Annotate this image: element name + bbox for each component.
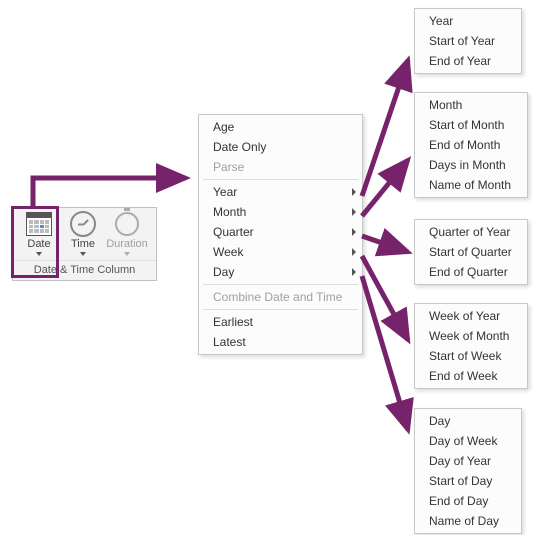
submenu-quarter: Quarter of Year Start of Quarter End of … xyxy=(414,219,528,285)
menu-item-day-of-week[interactable]: Day of Week xyxy=(415,431,521,451)
menu-item-quarter-of-year[interactable]: Quarter of Year xyxy=(415,222,527,242)
menu-item-year[interactable]: Year xyxy=(199,182,362,202)
menu-item-days-in-month[interactable]: Days in Month xyxy=(415,155,527,175)
date-dropdown-button[interactable]: Date xyxy=(17,210,61,258)
date-menu: Age Date Only Parse Year Month Quarter W… xyxy=(198,114,363,355)
menu-item-start-of-quarter[interactable]: Start of Quarter xyxy=(415,242,527,262)
ribbon-group-label: Date & Time Column xyxy=(13,260,156,280)
stopwatch-icon xyxy=(113,212,141,236)
chevron-down-icon xyxy=(80,252,86,256)
date-button-label: Date xyxy=(17,238,61,251)
menu-item-label: Month xyxy=(213,205,246,219)
submenu-month: Month Start of Month End of Month Days i… xyxy=(414,92,528,198)
menu-item-day-day[interactable]: Day xyxy=(415,411,521,431)
menu-separator xyxy=(203,179,358,180)
menu-item-day[interactable]: Day xyxy=(199,262,362,282)
ribbon-group-date-time: Date Time Duration Date & Time Column xyxy=(12,207,157,281)
menu-item-end-of-month[interactable]: End of Month xyxy=(415,135,527,155)
menu-item-end-of-week[interactable]: End of Week xyxy=(415,366,527,386)
duration-button-label: Duration xyxy=(105,238,149,251)
menu-item-month[interactable]: Month xyxy=(199,202,362,222)
menu-item-end-of-day[interactable]: End of Day xyxy=(415,491,521,511)
menu-item-age[interactable]: Age xyxy=(199,117,362,137)
time-button-label: Time xyxy=(61,238,105,251)
menu-item-week-of-year[interactable]: Week of Year xyxy=(415,306,527,326)
submenu-year: Year Start of Year End of Year xyxy=(414,8,522,74)
menu-item-name-of-month[interactable]: Name of Month xyxy=(415,175,527,195)
clock-icon xyxy=(69,212,97,236)
menu-item-end-of-quarter[interactable]: End of Quarter xyxy=(415,262,527,282)
menu-item-parse: Parse xyxy=(199,157,362,177)
menu-item-label: Year xyxy=(213,185,237,199)
submenu-arrow-icon xyxy=(352,208,356,216)
chevron-down-icon xyxy=(36,252,42,256)
menu-item-label: Week xyxy=(213,245,243,259)
chevron-down-icon xyxy=(124,252,130,256)
menu-item-start-of-day[interactable]: Start of Day xyxy=(415,471,521,491)
menu-item-latest[interactable]: Latest xyxy=(199,332,362,352)
menu-item-day-of-year[interactable]: Day of Year xyxy=(415,451,521,471)
menu-item-start-of-month[interactable]: Start of Month xyxy=(415,115,527,135)
menu-item-earliest[interactable]: Earliest xyxy=(199,312,362,332)
submenu-arrow-icon xyxy=(352,248,356,256)
menu-item-week[interactable]: Week xyxy=(199,242,362,262)
submenu-arrow-icon xyxy=(352,188,356,196)
menu-separator xyxy=(203,284,358,285)
menu-item-name-of-day[interactable]: Name of Day xyxy=(415,511,521,531)
menu-item-date-only[interactable]: Date Only xyxy=(199,137,362,157)
menu-item-end-of-year[interactable]: End of Year xyxy=(415,51,521,71)
submenu-arrow-icon xyxy=(352,228,356,236)
menu-item-start-of-week[interactable]: Start of Week xyxy=(415,346,527,366)
menu-item-label: Day xyxy=(213,265,234,279)
menu-separator xyxy=(203,309,358,310)
menu-item-start-of-year[interactable]: Start of Year xyxy=(415,31,521,51)
submenu-week: Week of Year Week of Month Start of Week… xyxy=(414,303,528,389)
menu-item-month-month[interactable]: Month xyxy=(415,95,527,115)
duration-dropdown-button: Duration xyxy=(105,210,149,258)
menu-item-quarter[interactable]: Quarter xyxy=(199,222,362,242)
submenu-day: Day Day of Week Day of Year Start of Day… xyxy=(414,408,522,534)
menu-item-week-of-month[interactable]: Week of Month xyxy=(415,326,527,346)
menu-item-label: Quarter xyxy=(213,225,254,239)
time-dropdown-button[interactable]: Time xyxy=(61,210,105,258)
menu-item-year-year[interactable]: Year xyxy=(415,11,521,31)
submenu-arrow-icon xyxy=(352,268,356,276)
calendar-icon xyxy=(25,212,53,236)
menu-item-combine: Combine Date and Time xyxy=(199,287,362,307)
